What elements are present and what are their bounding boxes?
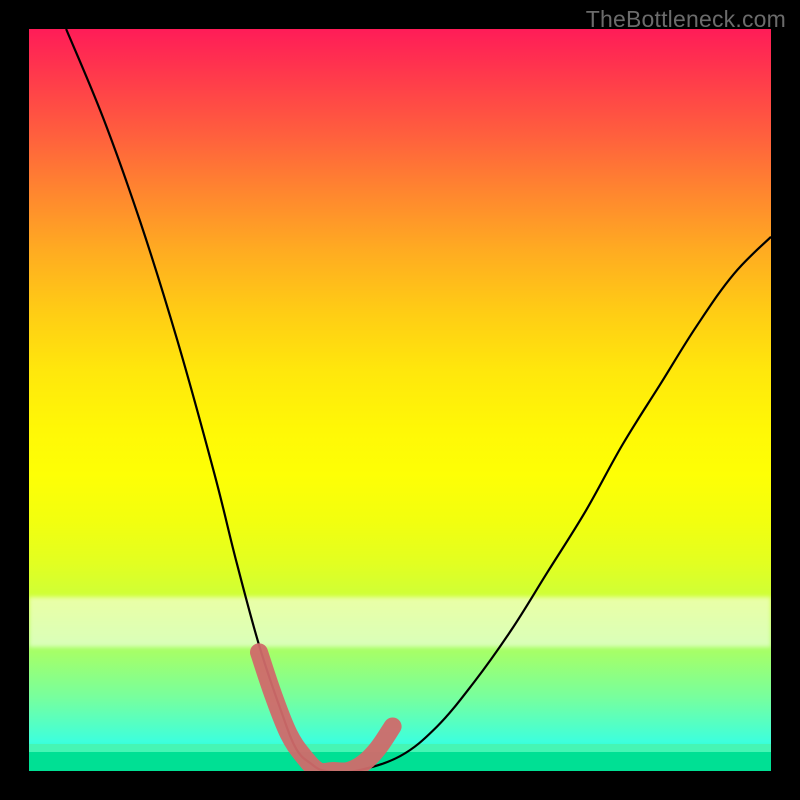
plot-area [29, 29, 771, 771]
bottleneck-curve [66, 29, 771, 771]
watermark-text: TheBottleneck.com [586, 6, 786, 33]
chart-frame: TheBottleneck.com [0, 0, 800, 800]
curve-layer [29, 29, 771, 771]
highlighted-bottom-segment [259, 652, 393, 771]
